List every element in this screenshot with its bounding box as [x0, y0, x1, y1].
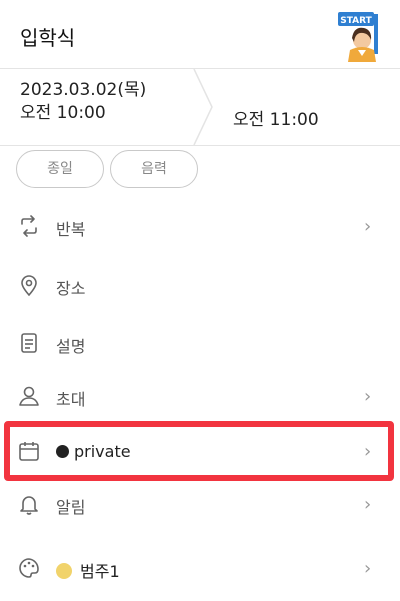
- start-time[interactable]: 오전 10:00: [20, 101, 146, 125]
- color-value: 범주1: [56, 558, 120, 582]
- chevron-right-icon: ›: [364, 494, 372, 515]
- invite-row[interactable]: 초대 ›: [0, 374, 400, 418]
- invite-label: 초대: [56, 390, 86, 409]
- description-row[interactable]: 설명: [0, 321, 400, 365]
- category-color-dot: [56, 563, 72, 579]
- category-label: 범주1: [80, 562, 120, 581]
- location-label: 장소: [56, 279, 86, 298]
- end-time[interactable]: 오전 11:00: [233, 105, 319, 130]
- range-arrow-divider: [193, 69, 213, 145]
- repeat-icon: [21, 215, 37, 237]
- start-date[interactable]: 2023.03.02(목): [20, 79, 146, 101]
- description-label: 설명: [56, 337, 86, 356]
- person-icon: [19, 386, 39, 406]
- header: 입학식 START: [0, 0, 400, 69]
- document-icon: [21, 333, 37, 353]
- date-range: 2023.03.02(목) 오전 10:00 오전 11:00: [0, 69, 400, 146]
- all-day-toggle[interactable]: 종일: [16, 150, 104, 188]
- bell-icon: [20, 496, 38, 515]
- chevron-right-icon: ›: [364, 386, 372, 407]
- alarm-row[interactable]: 알림 ›: [0, 482, 400, 526]
- location-row[interactable]: 장소: [0, 263, 400, 307]
- repeat-row[interactable]: 반복 ›: [0, 204, 400, 248]
- svg-text:START: START: [340, 16, 372, 26]
- highlight-box: [4, 421, 394, 481]
- repeat-label: 반복: [56, 220, 86, 239]
- start-sticker-image: START: [338, 12, 378, 62]
- alarm-label: 알림: [56, 498, 86, 517]
- chevron-right-icon: ›: [364, 558, 372, 579]
- color-row[interactable]: 범주1 ›: [0, 546, 400, 590]
- lunar-toggle[interactable]: 음력: [110, 150, 198, 188]
- start-datetime[interactable]: 2023.03.02(목) 오전 10:00: [20, 79, 146, 125]
- location-pin-icon: [21, 275, 37, 296]
- event-title[interactable]: 입학식: [20, 22, 75, 51]
- chevron-right-icon: ›: [364, 216, 372, 237]
- palette-icon: [19, 558, 39, 578]
